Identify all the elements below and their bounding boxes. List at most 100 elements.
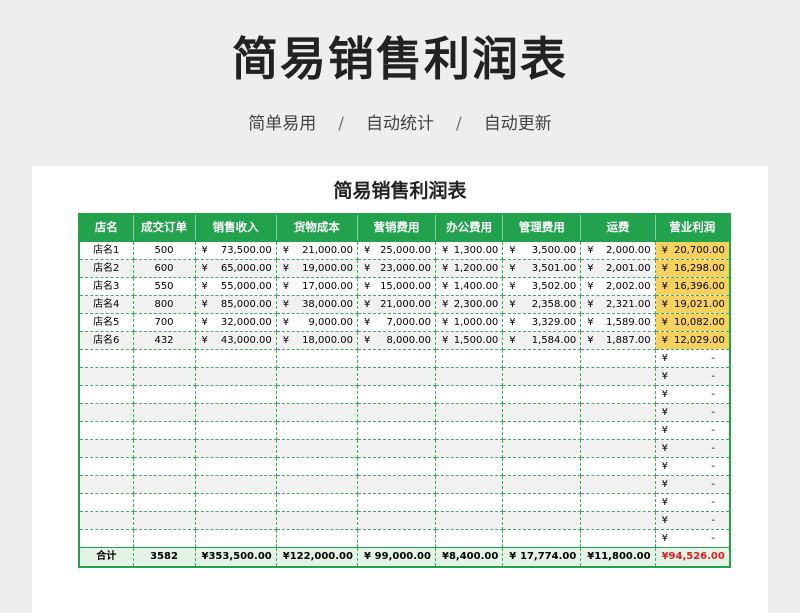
cell-store[interactable] (79, 349, 134, 368)
cell-store[interactable]: 店名3 (79, 277, 134, 296)
cell-cost[interactable]: ¥19,000.00 (276, 259, 358, 278)
cell-shipping[interactable]: ¥2,002.00 (580, 277, 656, 296)
cell-shipping[interactable]: ¥2,321.00 (580, 295, 656, 314)
cell-admin[interactable]: ¥3,500.00 (502, 241, 582, 260)
cell-marketing[interactable] (357, 439, 436, 458)
total-admin[interactable]: ¥17,774.00 (502, 547, 582, 567)
cell-admin[interactable]: ¥3,501.00 (502, 259, 582, 278)
cell-sales[interactable] (195, 439, 277, 458)
cell-sales[interactable]: ¥43,000.00 (195, 331, 277, 350)
cell-cost[interactable]: ¥18,000.00 (276, 331, 358, 350)
cell-marketing[interactable]: ¥8,000.00 (357, 331, 436, 350)
cell-office[interactable] (435, 367, 504, 386)
cell-cost[interactable] (276, 529, 358, 548)
col-header-orders[interactable]: 成交订单 (133, 214, 196, 242)
total-shipping[interactable]: ¥11,800.00 (580, 547, 656, 567)
cell-profit[interactable]: ¥ - (655, 439, 731, 458)
cell-cost[interactable]: ¥17,000.00 (276, 277, 358, 296)
cell-office[interactable] (435, 403, 504, 422)
cell-profit[interactable]: ¥ - (655, 403, 731, 422)
cell-office[interactable] (435, 349, 504, 368)
cell-orders[interactable]: 800 (133, 295, 196, 314)
cell-marketing[interactable]: ¥15,000.00 (357, 277, 436, 296)
cell-office[interactable] (435, 421, 504, 440)
total-marketing[interactable]: ¥99,000.00 (357, 547, 436, 567)
cell-admin[interactable]: ¥1,584.00 (502, 331, 582, 350)
cell-orders[interactable]: 600 (133, 259, 196, 278)
cell-office[interactable] (435, 457, 504, 476)
cell-shipping[interactable] (580, 475, 656, 494)
cell-profit[interactable]: ¥19,021.00 (655, 295, 731, 314)
cell-orders[interactable] (133, 421, 196, 440)
cell-admin[interactable] (502, 439, 582, 458)
cell-shipping[interactable] (580, 385, 656, 404)
cell-shipping[interactable] (580, 421, 656, 440)
cell-orders[interactable] (133, 349, 196, 368)
cell-office[interactable] (435, 511, 504, 530)
cell-profit[interactable]: ¥ - (655, 385, 731, 404)
cell-marketing[interactable] (357, 457, 436, 476)
cell-shipping[interactable] (580, 457, 656, 476)
cell-admin[interactable] (502, 349, 582, 368)
cell-admin[interactable] (502, 493, 582, 512)
cell-profit[interactable]: ¥ - (655, 349, 731, 368)
cell-office[interactable] (435, 529, 504, 548)
cell-store[interactable] (79, 493, 134, 512)
cell-marketing[interactable] (357, 529, 436, 548)
cell-store[interactable] (79, 457, 134, 476)
cell-shipping[interactable] (580, 511, 656, 530)
cell-admin[interactable] (502, 367, 582, 386)
cell-office[interactable]: ¥2,300.00 (435, 295, 504, 314)
cell-sales[interactable] (195, 367, 277, 386)
cell-cost[interactable] (276, 511, 358, 530)
total-profit[interactable]: ¥94,526.00 (655, 547, 731, 567)
cell-orders[interactable] (133, 367, 196, 386)
cell-shipping[interactable]: ¥1,887.00 (580, 331, 656, 350)
cell-store[interactable] (79, 511, 134, 530)
cell-profit[interactable]: ¥ - (655, 511, 731, 530)
cell-admin[interactable]: ¥2,358.00 (502, 295, 582, 314)
cell-office[interactable] (435, 475, 504, 494)
cell-shipping[interactable] (580, 529, 656, 548)
cell-cost[interactable] (276, 421, 358, 440)
cell-marketing[interactable] (357, 403, 436, 422)
cell-cost[interactable]: ¥9,000.00 (276, 313, 358, 332)
col-header-admin[interactable]: 管理费用 (502, 214, 582, 242)
col-header-sales[interactable]: 销售收入 (195, 214, 277, 242)
cell-office[interactable] (435, 385, 504, 404)
col-header-cost[interactable]: 货物成本 (276, 214, 358, 242)
cell-cost[interactable] (276, 493, 358, 512)
cell-sales[interactable] (195, 421, 277, 440)
cell-admin[interactable]: ¥3,329.00 (502, 313, 582, 332)
total-sales[interactable]: ¥353,500.00 (195, 547, 277, 567)
cell-store[interactable]: 店名1 (79, 241, 134, 260)
cell-sales[interactable] (195, 475, 277, 494)
cell-store[interactable]: 店名6 (79, 331, 134, 350)
cell-profit[interactable]: ¥ - (655, 475, 731, 494)
cell-admin[interactable] (502, 421, 582, 440)
cell-sales[interactable]: ¥85,000.00 (195, 295, 277, 314)
cell-shipping[interactable] (580, 439, 656, 458)
cell-admin[interactable] (502, 475, 582, 494)
cell-office[interactable]: ¥1,500.00 (435, 331, 504, 350)
cell-sales[interactable]: ¥55,000.00 (195, 277, 277, 296)
cell-store[interactable] (79, 529, 134, 548)
cell-profit[interactable]: ¥ - (655, 367, 731, 386)
cell-orders[interactable]: 550 (133, 277, 196, 296)
cell-office[interactable] (435, 493, 504, 512)
cell-cost[interactable] (276, 385, 358, 404)
cell-store[interactable] (79, 403, 134, 422)
cell-orders[interactable] (133, 385, 196, 404)
col-header-shipping[interactable]: 运费 (580, 214, 656, 242)
cell-office[interactable]: ¥1,200.00 (435, 259, 504, 278)
cell-orders[interactable] (133, 529, 196, 548)
cell-cost[interactable] (276, 457, 358, 476)
cell-store[interactable]: 店名2 (79, 259, 134, 278)
cell-marketing[interactable]: ¥25,000.00 (357, 241, 436, 260)
cell-orders[interactable] (133, 511, 196, 530)
cell-sales[interactable] (195, 457, 277, 476)
cell-orders[interactable]: 700 (133, 313, 196, 332)
cell-profit[interactable]: ¥ - (655, 457, 731, 476)
cell-marketing[interactable] (357, 493, 436, 512)
cell-office[interactable]: ¥1,400.00 (435, 277, 504, 296)
